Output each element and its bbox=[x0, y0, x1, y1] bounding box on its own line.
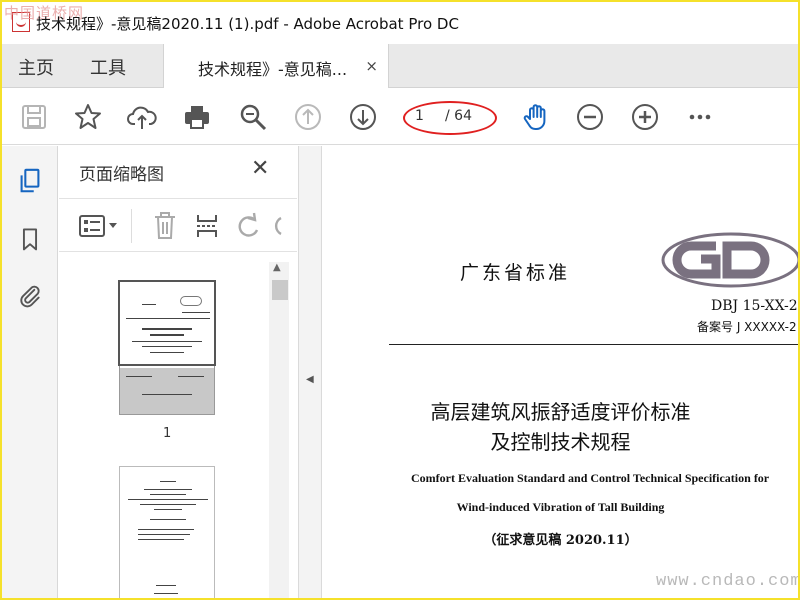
thumbnail-selection-box bbox=[118, 280, 216, 366]
highlight-ellipse bbox=[403, 101, 497, 135]
scrollbar-thumb[interactable] bbox=[272, 280, 288, 300]
save-icon[interactable] bbox=[18, 101, 50, 133]
tab-bar: 主页 工具 技术规程》-意见稿... × bbox=[2, 44, 798, 88]
app-window: 中国道桥网 技术规程》-意见稿2020.11 (1).pdf - Adobe A… bbox=[0, 0, 800, 600]
registration-number: 备案号 J XXXXX-2 bbox=[697, 320, 797, 334]
tab-tools[interactable]: 工具 bbox=[90, 54, 126, 80]
tab-home[interactable]: 主页 bbox=[18, 54, 54, 80]
left-nav-rail bbox=[2, 146, 58, 598]
main-toolbar: / 64 bbox=[2, 89, 798, 145]
thumb-footer-shade bbox=[120, 368, 214, 414]
toolbar-divider bbox=[131, 209, 132, 243]
attachment-icon[interactable] bbox=[15, 280, 45, 310]
standard-org: 广东省标准 bbox=[460, 262, 571, 284]
tab-document[interactable]: 技术规程》-意见稿... × bbox=[163, 44, 389, 88]
page-thumbnail-2[interactable] bbox=[119, 466, 215, 598]
collapse-panel-icon[interactable]: ◀ bbox=[306, 374, 314, 385]
zoom-in-icon[interactable] bbox=[629, 101, 661, 133]
print-icon[interactable] bbox=[181, 101, 213, 133]
zoom-out-icon[interactable] bbox=[574, 101, 606, 133]
watermark-bottom: www.cndao.com bbox=[656, 572, 798, 591]
panel-splitter[interactable]: ◀ bbox=[298, 146, 322, 598]
doc-english-line2: Wind-induced Vibration of Tall Building bbox=[456, 500, 665, 514]
insert-page-icon[interactable] bbox=[195, 211, 219, 241]
doc-title-line2: 及控制技术规程 bbox=[490, 430, 631, 454]
thumbnail-list: 1 bbox=[59, 253, 297, 598]
tab-document-label: 技术规程》-意见稿... bbox=[198, 60, 348, 79]
rotate-page-icon[interactable] bbox=[235, 211, 263, 241]
scroll-up-icon[interactable]: ▲ bbox=[273, 262, 281, 273]
thumbnail-scrollbar[interactable] bbox=[269, 262, 289, 598]
page-up-icon[interactable] bbox=[292, 101, 324, 133]
cloud-upload-icon[interactable] bbox=[126, 101, 158, 133]
title-bar: 中国道桥网 技术规程》-意见稿2020.11 (1).pdf - Adobe A… bbox=[2, 2, 798, 44]
thumbnail-options-icon[interactable] bbox=[79, 211, 119, 241]
thumbnail-1-label: 1 bbox=[163, 426, 172, 441]
thumb-logo-icon bbox=[180, 296, 202, 306]
doc-title-line1: 高层建筑风振舒适度评价标准 bbox=[430, 400, 691, 424]
standard-number: DBJ 15-XX-2 bbox=[711, 298, 798, 314]
more-icon[interactable] bbox=[684, 101, 716, 133]
draft-note: （征求意见稿 2020.11） bbox=[483, 533, 638, 548]
page-thumbnail-1[interactable] bbox=[118, 280, 216, 415]
thumbnail-toolbar bbox=[59, 198, 297, 252]
panel-close-icon[interactable]: ✕ bbox=[251, 156, 269, 181]
page-down-icon[interactable] bbox=[347, 101, 379, 133]
hand-icon[interactable] bbox=[520, 101, 552, 133]
header-rule bbox=[389, 344, 798, 345]
zoom-search-icon[interactable] bbox=[237, 101, 269, 133]
gd-logo-icon bbox=[661, 232, 798, 288]
panel-title: 页面缩略图 bbox=[79, 165, 164, 185]
doc-english-line1: Comfort Evaluation Standard and Control … bbox=[411, 471, 770, 485]
bookmark-icon[interactable] bbox=[15, 224, 45, 254]
tab-close-icon[interactable]: × bbox=[365, 57, 378, 75]
window-title: 技术规程》-意见稿2020.11 (1).pdf - Adobe Acrobat… bbox=[36, 15, 459, 33]
thumbnail-panel: 页面缩略图 ✕ 1 ▲ bbox=[59, 146, 297, 598]
page-thumbnails-icon[interactable] bbox=[15, 166, 45, 196]
delete-page-icon[interactable] bbox=[153, 211, 177, 241]
star-icon[interactable] bbox=[72, 101, 104, 133]
rotate-clockwise-icon[interactable] bbox=[273, 211, 283, 241]
document-page: 广东省标准 DBJ 15-XX-2 备案号 J XXXXX-2 高层建筑风振舒适… bbox=[323, 146, 798, 598]
